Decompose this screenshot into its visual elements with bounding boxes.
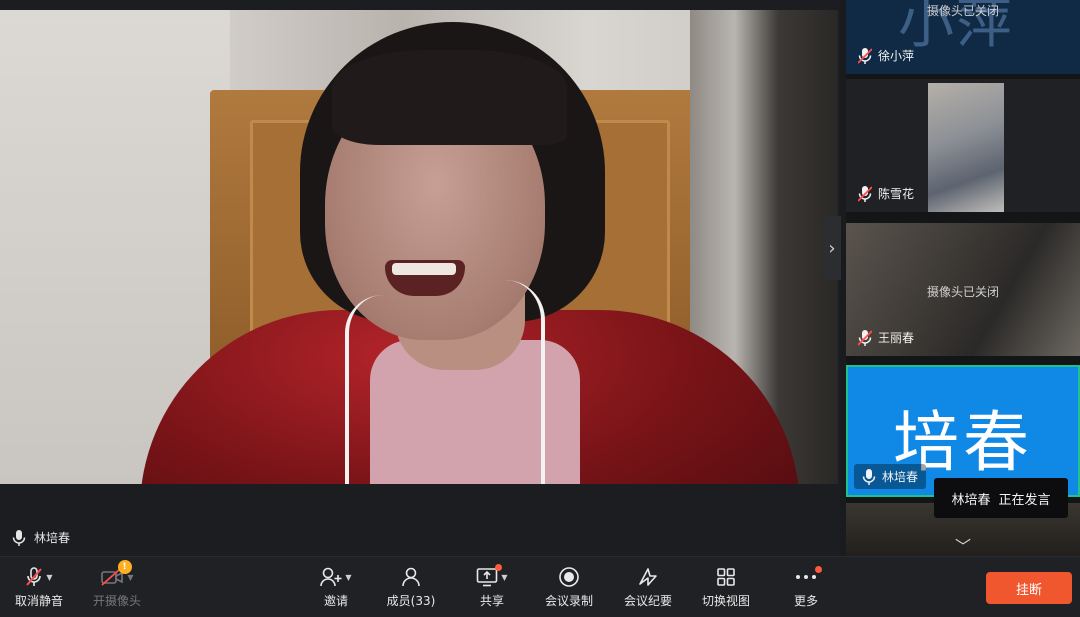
minutes-icon: [639, 568, 657, 586]
camera-off-status: 摄像头已关闭: [926, 285, 999, 299]
person-teeth: [392, 263, 456, 275]
record-button[interactable]: 会议录制: [542, 557, 596, 617]
participant-tile[interactable]: 小萍 摄像头已关闭 徐小萍: [846, 0, 1080, 74]
participant-label: 徐小萍: [858, 47, 914, 64]
switch-view-button[interactable]: 切换视图: [698, 557, 754, 617]
invite-label: 邀请: [323, 594, 348, 608]
participant-name: 林培春: [882, 470, 919, 484]
person-fringe: [332, 50, 567, 145]
participant-rail[interactable]: 小萍 摄像头已关闭 徐小萍 陈雪花 摄像头已关闭 王丽春 培春 林培春 ﹀: [846, 0, 1080, 556]
microphone-icon: [12, 529, 26, 546]
speaking-tooltip: 林培春 正在发言: [934, 478, 1068, 518]
participant-name: 陈雪花: [878, 187, 915, 201]
participant-video-feed: [928, 83, 1004, 212]
minutes-button[interactable]: 会议纪要: [620, 557, 676, 617]
camera-off-status: 摄像头已关闭: [926, 4, 999, 18]
mic-muted-icon: [858, 47, 872, 64]
members-label: 成员(33): [386, 594, 436, 608]
chevron-down-icon[interactable]: ﹀: [846, 533, 1080, 556]
main-video-feed[interactable]: [0, 10, 838, 484]
notification-dot: [494, 564, 502, 571]
mic-muted-icon: [858, 329, 872, 346]
mic-muted-icon: [858, 185, 872, 202]
participant-name: 王丽春: [878, 331, 915, 345]
participant-name: 徐小萍: [878, 49, 915, 63]
record-label: 会议录制: [544, 594, 593, 608]
more-button[interactable]: 更多: [786, 557, 826, 617]
camera-label: 开摄像头: [92, 594, 141, 608]
switch-view-label: 切换视图: [701, 594, 750, 608]
warning-badge: !: [117, 560, 132, 574]
speaking-status: 正在发言: [998, 492, 1051, 508]
chevron-right-icon: ›: [828, 237, 836, 259]
invite-button[interactable]: ▼ 邀请: [316, 557, 356, 617]
main-speaker-name: 林培春: [34, 531, 71, 545]
participant-label: 王丽春: [858, 329, 914, 346]
microphone-icon: [862, 468, 876, 485]
participant-tile[interactable]: 陈雪花: [846, 79, 1080, 212]
expand-rail-button[interactable]: ›: [823, 216, 841, 280]
earphone-cable: [505, 280, 545, 484]
meeting-toolbar: ▼ 取消静音 ▼ ! 开摄像头 ▼ 邀请 成员(33) ▼ 共享 会议录制 会议…: [0, 556, 1080, 617]
record-icon: [559, 567, 579, 587]
members-button[interactable]: 成员(33): [384, 557, 438, 617]
participant-label: 陈雪花: [858, 185, 914, 202]
notification-dot: [815, 566, 822, 573]
caret-down-icon[interactable]: ▼: [345, 573, 351, 582]
earphone-cable: [345, 295, 383, 484]
mic-muted-icon: [26, 567, 43, 586]
minutes-label: 会议纪要: [623, 594, 672, 608]
unmute-label: 取消静音: [14, 594, 63, 608]
add-user-icon: [320, 567, 342, 587]
share-button[interactable]: ▼ 共享: [472, 557, 512, 617]
caret-down-icon[interactable]: ▼: [46, 573, 52, 582]
share-label: 共享: [479, 594, 504, 608]
grid-view-icon: [717, 568, 735, 586]
members-icon: [402, 567, 420, 587]
participant-label: 林培春: [854, 464, 927, 489]
main-stage: 林培春 ›: [0, 0, 841, 556]
participant-tile[interactable]: 摄像头已关闭 王丽春: [846, 223, 1080, 356]
camera-button[interactable]: ▼ ! 开摄像头: [88, 557, 146, 617]
unmute-button[interactable]: ▼ 取消静音: [10, 557, 68, 617]
speaking-name: 林培春: [951, 492, 991, 508]
caret-down-icon[interactable]: ▼: [501, 573, 507, 582]
meeting-window: 林培春 › 小萍 摄像头已关闭 徐小萍 陈雪花 摄像头已关闭 王丽春 培春 林培…: [0, 0, 1080, 617]
caret-down-icon[interactable]: ▼: [127, 573, 133, 582]
main-speaker-label: 林培春: [12, 529, 70, 546]
hang-up-button[interactable]: 挂断: [986, 572, 1072, 604]
more-label: 更多: [793, 594, 818, 608]
